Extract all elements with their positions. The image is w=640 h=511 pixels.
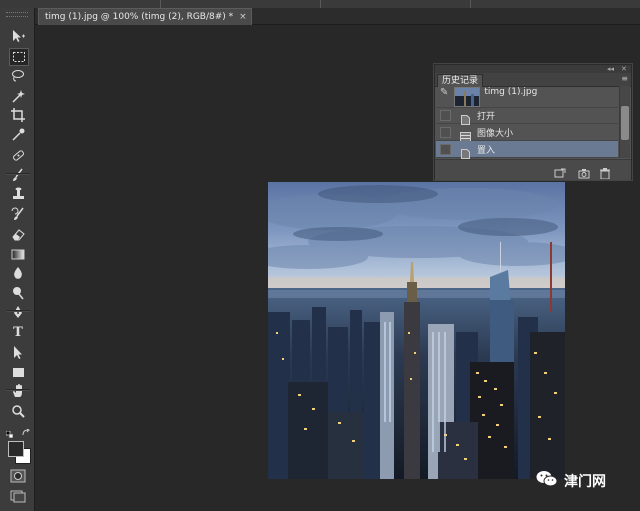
watermark-text: 津门网: [564, 474, 606, 490]
history-snapshot[interactable]: ✎ timg (1).jpg: [436, 86, 618, 108]
panel-grip[interactable]: [6, 12, 28, 17]
blur-tool-icon[interactable]: [9, 265, 27, 281]
eyedropper-tool-icon[interactable]: [9, 127, 27, 143]
history-state-row[interactable]: 置入: [436, 141, 618, 159]
move-tool-icon[interactable]: [9, 28, 27, 44]
history-state-row[interactable]: 图像大小: [436, 124, 618, 142]
lasso-tool-icon[interactable]: [9, 68, 27, 84]
default-colors-icon[interactable]: [5, 423, 14, 439]
image-size-icon: [460, 127, 471, 142]
brush-tool-icon[interactable]: [9, 167, 27, 183]
panel-menu-icon[interactable]: ≡: [621, 74, 628, 83]
history-state-checkbox[interactable]: [440, 126, 451, 138]
options-divider: [160, 0, 161, 8]
close-icon[interactable]: ×: [239, 12, 247, 22]
clone-stamp-tool-icon[interactable]: [9, 186, 27, 202]
tools-panel: T: [0, 8, 35, 511]
snapshot-thumbnail: [454, 87, 481, 107]
canvas-image[interactable]: [268, 182, 565, 479]
collapse-panel-icon[interactable]: ◂◂: [607, 65, 614, 73]
swap-colors-icon[interactable]: [22, 422, 30, 436]
foreground-color-swatch[interactable]: [8, 441, 24, 457]
close-panel-icon[interactable]: ✕: [621, 65, 627, 73]
magic-wand-tool-icon[interactable]: [9, 88, 27, 104]
type-glyph: T: [13, 324, 23, 340]
gradient-tool-icon[interactable]: [9, 246, 27, 262]
wechat-logo-icon: [536, 470, 558, 492]
history-brush-tool-icon[interactable]: [9, 206, 27, 222]
history-scrollbar[interactable]: [619, 86, 630, 158]
camera-icon[interactable]: [578, 164, 590, 179]
city-skyline-photo: [268, 182, 565, 479]
rectangle-shape-tool-icon[interactable]: [9, 364, 27, 380]
pen-tool-icon[interactable]: [9, 304, 27, 320]
history-brush-source-icon[interactable]: ✎: [440, 87, 448, 98]
zoom-tool-icon[interactable]: [9, 403, 27, 419]
tool-separator: [6, 389, 30, 391]
crop-tool-icon[interactable]: [9, 107, 27, 123]
document-tab-title: timg (1).jpg @ 100% (timg (2), RGB/8#) *: [45, 12, 234, 22]
healing-brush-tool-icon[interactable]: [9, 147, 27, 163]
document-icon: [460, 110, 471, 125]
tool-separator: [6, 173, 30, 175]
history-panel-footer: [435, 159, 631, 180]
path-selection-tool-icon[interactable]: [9, 344, 27, 360]
panel-title-strip: ◂◂ ✕: [435, 65, 631, 73]
tool-separator: [6, 310, 30, 312]
hand-tool-icon[interactable]: [9, 383, 27, 399]
rectangular-marquee-tool-icon[interactable]: [9, 48, 29, 66]
quick-mask-icon[interactable]: [9, 468, 27, 483]
options-divider: [470, 0, 471, 8]
history-panel: ◂◂ ✕ 历史记录 ≡ ✎ timg (1).jpg 打开图像大小置入: [434, 64, 632, 180]
type-tool-icon[interactable]: T: [9, 324, 27, 340]
panel-tab-bar: 历史记录 ≡: [435, 73, 631, 87]
document-icon: [460, 144, 471, 159]
snapshot-label: timg (1).jpg: [484, 87, 538, 97]
document-tab-bar: timg (1).jpg @ 100% (timg (2), RGB/8#) *…: [35, 8, 640, 25]
watermark: 津门网: [536, 470, 606, 492]
history-state-checkbox[interactable]: [440, 143, 451, 155]
history-state-checkbox[interactable]: [440, 109, 451, 121]
history-state-label: 置入: [477, 145, 496, 156]
eraser-tool-icon[interactable]: [9, 226, 27, 242]
history-state-label: 打开: [477, 111, 496, 122]
trash-icon[interactable]: [599, 164, 611, 180]
new-document-from-state-icon[interactable]: [554, 164, 566, 178]
document-tab[interactable]: timg (1).jpg @ 100% (timg (2), RGB/8#) *…: [38, 8, 252, 25]
history-state-row[interactable]: 打开: [436, 107, 618, 125]
screen-mode-icon[interactable]: [9, 488, 27, 503]
history-state-label: 图像大小: [477, 128, 514, 139]
options-divider: [320, 0, 321, 8]
scrollbar-thumb[interactable]: [621, 106, 629, 140]
dodge-tool-icon[interactable]: [9, 285, 27, 301]
